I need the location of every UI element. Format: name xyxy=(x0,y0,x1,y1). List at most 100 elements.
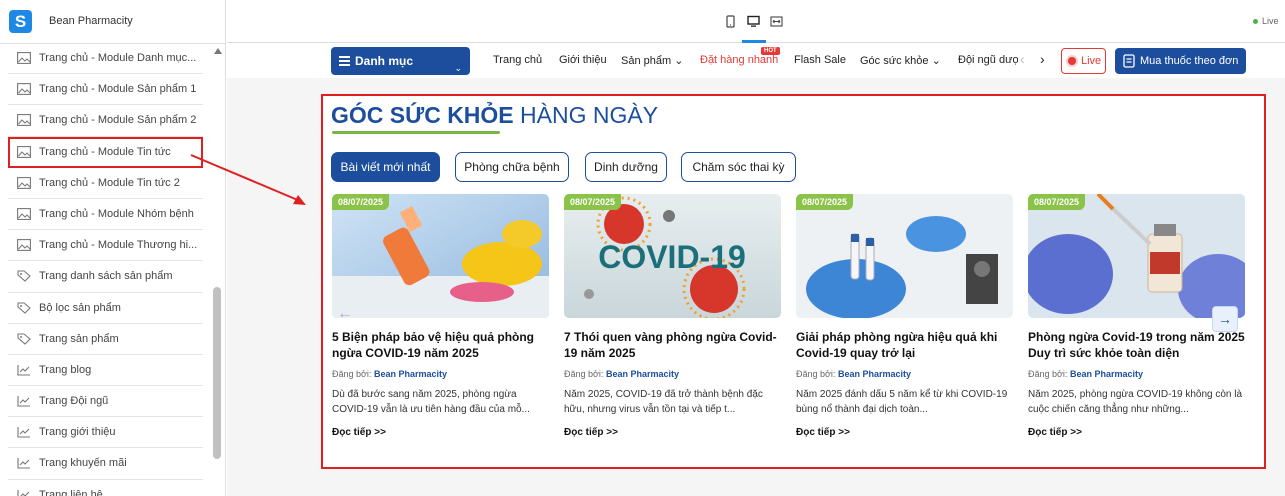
desktop-icon[interactable] xyxy=(747,15,760,28)
live-button-label: Live xyxy=(1081,55,1102,67)
site-navbar: Danh mục ⌄ Trang chủ Giới thiệu Sản phẩm… xyxy=(227,44,1285,78)
app-name: Bean Pharmacity xyxy=(49,15,133,27)
mobile-icon[interactable] xyxy=(724,15,737,28)
sidebar-item[interactable]: Trang khuyến mãi xyxy=(8,448,203,480)
byline-prefix: Đăng bởi: xyxy=(1028,369,1068,379)
sidebar-item-label: Trang chủ - Module Tin tức 2 xyxy=(39,176,180,189)
post-author[interactable]: Bean Pharmacity xyxy=(1070,369,1143,379)
sidebar-item[interactable]: Trang Đội ngũ xyxy=(8,386,203,418)
carousel-prev-icon[interactable]: ← xyxy=(337,305,353,323)
post-card[interactable]: 08/07/2025 Giải pháp phòng ngừa hiệu quả… xyxy=(796,194,1013,438)
title-underline xyxy=(332,131,500,134)
sidebar-item[interactable]: Trang chủ - Module Nhóm bệnh xyxy=(8,199,203,231)
sidebar-item[interactable]: Trang chủ - Module Sản phẩm 1 xyxy=(8,74,203,106)
tab-pregnancy-care[interactable]: Chăm sóc thai kỳ xyxy=(681,152,796,182)
nav-link-products-label: Sản phẩm xyxy=(621,55,672,67)
scrollbar-thumb[interactable] xyxy=(213,287,221,459)
post-byline: Đăng bởi: Bean Pharmacity xyxy=(1028,369,1143,379)
sidebar-item-label: Trang danh sách sản phẩm xyxy=(39,270,173,283)
sidebar-item-label: Trang Đội ngũ xyxy=(39,395,109,408)
live-status: Live xyxy=(1253,16,1279,26)
sidebar-item[interactable]: Trang blog xyxy=(8,355,203,387)
post-image[interactable]: COVID-19 08/07/2025 xyxy=(564,194,781,318)
nav-link-products[interactable]: Sản phẩm ⌄ xyxy=(621,54,683,67)
scroll-up-icon[interactable] xyxy=(214,48,222,54)
sidebar-item[interactable]: Trang giới thiệu xyxy=(8,417,203,449)
byline-prefix: Đăng bởi: xyxy=(796,369,836,379)
prescription-button-label: Mua thuốc theo đơn xyxy=(1140,55,1239,67)
post-title[interactable]: Phòng ngừa Covid-19 trong năm 2025 Duy t… xyxy=(1028,329,1245,361)
chevron-down-icon: ⌄ xyxy=(931,55,941,67)
sidebar-item-label: Trang chủ - Module Sản phẩm 2 xyxy=(39,114,197,127)
image-icon xyxy=(17,83,31,96)
sidebar-item[interactable]: Trang chủ - Module Thương hi... xyxy=(8,230,203,262)
news-module[interactable]: GÓC SỨC KHỎE HÀNG NGÀY Bài viết mới nhất… xyxy=(321,94,1266,469)
sidebar-item[interactable]: Trang liên hệ xyxy=(8,480,203,496)
tab-disease-prevention[interactable]: Phòng chữa bệnh xyxy=(455,152,569,182)
editor-toolbar: Live xyxy=(227,0,1285,43)
post-image[interactable]: 08/07/2025 xyxy=(796,194,1013,318)
nav-link-health[interactable]: Góc sức khỏe ⌄ xyxy=(860,54,941,67)
nav-link-team[interactable]: Đội ngũ dược xyxy=(958,54,1018,66)
nav-link-flash-sale[interactable]: Flash Sale xyxy=(794,54,846,66)
nav-link-quick-order[interactable]: Đặt hàng nhanh xyxy=(700,54,778,66)
sidebar-item-label: Trang chủ - Module Danh mục... xyxy=(39,52,197,64)
post-excerpt: Năm 2025 đánh dấu 5 năm kể từ khi COVID-… xyxy=(796,389,1008,415)
image-icon xyxy=(17,114,31,127)
post-title[interactable]: 5 Biện pháp bảo vệ hiệu quả phòng ngừa C… xyxy=(332,329,549,361)
tag-icon xyxy=(17,333,31,345)
menu-icon xyxy=(339,56,350,58)
sidebar-item[interactable]: Trang danh sách sản phẩm xyxy=(8,261,203,293)
live-button[interactable]: Live xyxy=(1061,48,1106,74)
post-card[interactable]: 08/07/2025 Phòng ngừa Covid-19 trong năm… xyxy=(1028,194,1245,438)
post-image[interactable]: 08/07/2025 xyxy=(1028,194,1245,318)
carousel-next-icon[interactable]: → xyxy=(1212,306,1238,332)
post-excerpt: Dù đã bước sang năm 2025, phòng ngừa COV… xyxy=(332,389,530,415)
post-title[interactable]: Giải pháp phòng ngừa hiệu quả khi Covid-… xyxy=(796,329,1013,361)
sidebar-item[interactable]: Trang chủ - Module Danh mục... xyxy=(8,43,203,75)
sidebar-item[interactable]: Trang chủ - Module Sản phẩm 2 xyxy=(8,105,203,137)
read-more-link[interactable]: Đọc tiếp >> xyxy=(1028,427,1082,438)
prescription-button[interactable]: Mua thuốc theo đơn xyxy=(1115,48,1246,74)
app-logo[interactable]: S xyxy=(9,10,32,33)
read-more-link[interactable]: Đọc tiếp >> xyxy=(796,427,850,438)
post-card[interactable]: COVID-19 08/07/2025 7 Thói quen vàng phò… xyxy=(564,194,781,438)
read-more-link[interactable]: Đọc tiếp >> xyxy=(564,427,618,438)
read-more-link[interactable]: Đọc tiếp >> xyxy=(332,427,386,438)
post-byline: Đăng bởi: Bean Pharmacity xyxy=(796,369,911,379)
preview-canvas: Danh mục ⌄ Trang chủ Giới thiệu Sản phẩm… xyxy=(227,44,1285,496)
nav-link-about[interactable]: Giới thiệu xyxy=(559,54,607,66)
nav-prev-icon[interactable]: ‹ xyxy=(1020,51,1025,67)
cleaning-image xyxy=(332,194,549,318)
chevron-down-icon: ⌄ xyxy=(454,63,462,73)
sidebar-item[interactable]: Trang chủ - Module Tin tức 2 xyxy=(8,168,203,199)
post-title[interactable]: 7 Thói quen vàng phòng ngừa Covid-19 năm… xyxy=(564,329,781,361)
tab-latest[interactable]: Bài viết mới nhất xyxy=(331,152,440,182)
post-excerpt: Năm 2025, phòng ngừa COVID-19 không còn … xyxy=(1028,389,1243,415)
post-author[interactable]: Bean Pharmacity xyxy=(374,369,447,379)
module-title-normal: HÀNG NGÀY xyxy=(520,102,659,128)
sidebar-item[interactable]: Trang chủ - Module Tin tức xyxy=(8,136,203,168)
post-card[interactable]: 08/07/2025 5 Biện pháp bảo vệ hiệu quả p… xyxy=(332,194,549,438)
post-byline: Đăng bởi: Bean Pharmacity xyxy=(564,369,679,379)
tab-nutrition[interactable]: Dinh dưỡng xyxy=(585,152,667,182)
post-date: 08/07/2025 xyxy=(1028,194,1086,210)
image-icon xyxy=(17,176,31,189)
sidebar-item-label: Trang blog xyxy=(39,363,92,376)
fullwidth-icon[interactable] xyxy=(770,15,783,28)
category-button-label: Danh mục xyxy=(355,54,414,68)
post-author[interactable]: Bean Pharmacity xyxy=(606,369,679,379)
nav-link-home[interactable]: Trang chủ xyxy=(493,54,542,66)
nav-next-icon[interactable]: › xyxy=(1040,51,1045,67)
category-button[interactable]: Danh mục ⌄ xyxy=(331,47,470,75)
active-device-indicator xyxy=(742,40,766,43)
lab-test-image xyxy=(796,194,1013,318)
post-image[interactable]: 08/07/2025 xyxy=(332,194,549,318)
post-date: 08/07/2025 xyxy=(564,194,622,210)
sidebar-item[interactable]: Trang sản phẩm xyxy=(8,324,203,355)
sidebar-item[interactable]: Bộ lọc sản phẩm xyxy=(8,293,203,324)
chart-icon xyxy=(17,396,30,407)
image-icon xyxy=(17,145,31,158)
app-window: S Bean Pharmacity Trang chủ - Module Dan… xyxy=(0,0,1285,496)
post-author[interactable]: Bean Pharmacity xyxy=(838,369,911,379)
